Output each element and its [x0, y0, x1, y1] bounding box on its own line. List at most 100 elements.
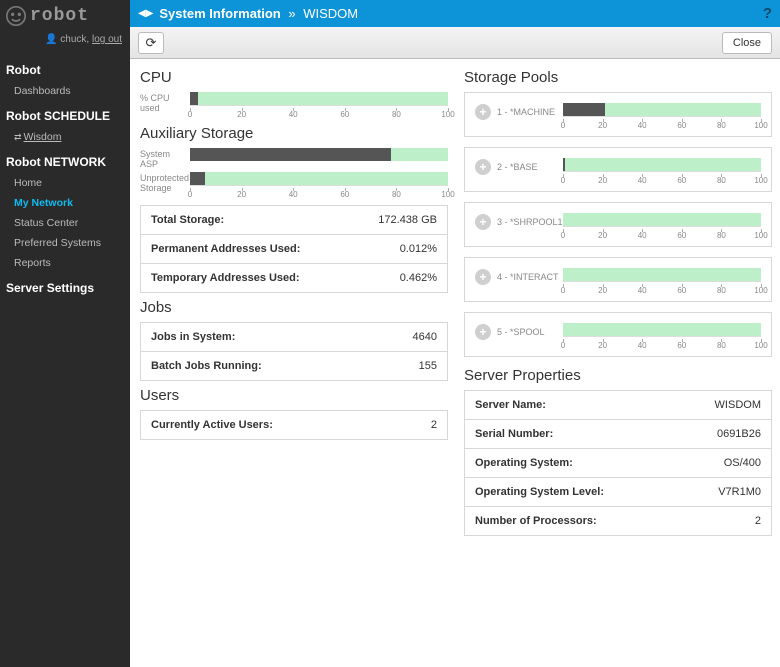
kv-key: Currently Active Users:	[151, 419, 431, 431]
sidebar-item-dashboards[interactable]: Dashboards	[0, 81, 130, 101]
expand-icon[interactable]: +	[475, 104, 491, 120]
sidebar: robot 👤 chuck, log out Robot Dashboards …	[0, 0, 130, 667]
left-column: CPU % CPU used020406080100 Auxiliary Sto…	[140, 63, 448, 657]
nav-section-server-settings[interactable]: Server Settings	[0, 273, 130, 299]
expand-icon[interactable]: +	[475, 269, 491, 285]
nav-section-network[interactable]: Robot NETWORK	[0, 147, 130, 173]
kv-value: 155	[419, 360, 437, 372]
brand-logo: robot	[0, 0, 130, 32]
kv-value: 0.012%	[400, 243, 437, 255]
pool-block: +1 - *MACHINE 020406080100	[464, 92, 772, 137]
kv-value: 0691B26	[717, 428, 761, 440]
kv-row: Operating System:OS/400	[465, 449, 771, 478]
pool-block: +4 - *INTERACT 020406080100	[464, 257, 772, 302]
pool-block: +5 - *SPOOL 020406080100	[464, 312, 772, 357]
kv-row: Temporary Addresses Used:0.462%	[141, 264, 447, 292]
pool-label: 4 - *INTERACT	[497, 272, 559, 282]
pool-block: +3 - *SHRPOOL1020406080100	[464, 202, 772, 247]
kv-key: Batch Jobs Running:	[151, 360, 419, 372]
kv-row: Permanent Addresses Used:0.012%	[141, 235, 447, 264]
sidebar-item-preferred-systems[interactable]: Preferred Systems	[0, 233, 130, 253]
heading-pools: Storage Pools	[464, 69, 772, 86]
kv-row: Serial Number:0691B26	[465, 420, 771, 449]
heading-aux: Auxiliary Storage	[140, 125, 448, 142]
topbar: ◀▶ System Information » WISDOM ?	[130, 0, 780, 27]
user-name: chuck	[60, 34, 86, 45]
chart-label: % CPU used	[140, 92, 190, 114]
user-icon: 👤	[45, 34, 57, 45]
kv-value: WISDOM	[715, 399, 761, 411]
refresh-button[interactable]: ⟳	[138, 32, 164, 54]
sidebar-item-status-center[interactable]: Status Center	[0, 213, 130, 233]
kv-key: Permanent Addresses Used:	[151, 243, 400, 255]
kv-key: Serial Number:	[475, 428, 717, 440]
swap-icon: ⇄	[14, 132, 22, 143]
expand-icon[interactable]: +	[475, 324, 491, 340]
kv-value: 2	[755, 515, 761, 527]
nav-section-robot[interactable]: Robot	[0, 55, 130, 81]
logout-link[interactable]: log out	[92, 34, 122, 45]
pool-chart: 020406080100	[563, 213, 761, 240]
kv-value: 172.438 GB	[378, 214, 437, 226]
toolbar: ⟳ Close	[130, 27, 780, 59]
kv-row: Operating System Level:V7R1M0	[465, 478, 771, 507]
chart-bar	[190, 148, 448, 161]
kv-key: Temporary Addresses Used:	[151, 272, 400, 284]
server-props-panel: Server Name:WISDOMSerial Number:0691B26O…	[464, 390, 772, 536]
pool-label: 3 - *SHRPOOL1	[497, 217, 563, 227]
pool-chart: 020406080100	[563, 268, 761, 295]
page-title: System Information » WISDOM	[159, 6, 762, 21]
nav-section-schedule[interactable]: Robot SCHEDULE	[0, 101, 130, 127]
pool-chart: 020406080100	[563, 103, 761, 130]
sidebar-item-reports[interactable]: Reports	[0, 253, 130, 273]
help-icon[interactable]: ?	[763, 5, 772, 22]
refresh-icon: ⟳	[146, 35, 157, 51]
robot-icon	[6, 6, 26, 26]
aux-chart: System ASPUnprotected Storage02040608010…	[140, 148, 448, 199]
pool-label: 1 - *MACHINE	[497, 107, 555, 117]
kv-value: 0.462%	[400, 272, 437, 284]
kv-value: V7R1M0	[718, 486, 761, 498]
heading-jobs: Jobs	[140, 299, 448, 316]
sidebar-item-home[interactable]: Home	[0, 173, 130, 193]
pool-chart: 020406080100	[563, 158, 761, 185]
kv-row: Batch Jobs Running:155	[141, 352, 447, 380]
kv-row: Total Storage:172.438 GB	[141, 206, 447, 235]
chart-label: Unprotected Storage	[140, 172, 190, 194]
kv-key: Total Storage:	[151, 214, 378, 226]
kv-value: 4640	[413, 331, 437, 343]
kv-value: OS/400	[724, 457, 761, 469]
cpu-chart: % CPU used020406080100	[140, 92, 448, 119]
sidebar-sub-wisdom[interactable]: ⇄Wisdom	[0, 127, 130, 147]
main: ◀▶ System Information » WISDOM ? ⟳ Close…	[130, 0, 780, 667]
close-button[interactable]: Close	[722, 32, 772, 54]
kv-key: Jobs in System:	[151, 331, 413, 343]
jobs-panel: Jobs in System:4640Batch Jobs Running:15…	[140, 322, 448, 381]
heading-cpu: CPU	[140, 69, 448, 86]
kv-row: Currently Active Users:2	[141, 411, 447, 439]
user-row: 👤 chuck, log out	[0, 32, 130, 55]
right-column: Storage Pools +1 - *MACHINE020406080100+…	[464, 63, 772, 657]
pool-block: +2 - *BASE 020406080100	[464, 147, 772, 192]
kv-row: Number of Processors:2	[465, 507, 771, 535]
collapse-icon[interactable]: ◀▶	[138, 8, 153, 19]
kv-row: Jobs in System:4640	[141, 323, 447, 352]
kv-value: 2	[431, 419, 437, 431]
heading-server-props: Server Properties	[464, 367, 772, 384]
expand-icon[interactable]: +	[475, 159, 491, 175]
chart-label: System ASP	[140, 148, 190, 170]
pool-label: 5 - *SPOOL	[497, 327, 545, 337]
kv-key: Number of Processors:	[475, 515, 755, 527]
aux-panel: Total Storage:172.438 GBPermanent Addres…	[140, 205, 448, 293]
kv-key: Server Name:	[475, 399, 715, 411]
content-area[interactable]: CPU % CPU used020406080100 Auxiliary Sto…	[130, 59, 780, 667]
chart-bar: 020406080100	[190, 172, 448, 199]
pool-label: 2 - *BASE	[497, 162, 538, 172]
pools-list: +1 - *MACHINE 020406080100 +2 - *BASE 02040…	[464, 92, 772, 357]
kv-key: Operating System:	[475, 457, 724, 469]
chart-bar: 020406080100	[190, 92, 448, 119]
pool-chart: 020406080100	[563, 323, 761, 350]
sidebar-item-my-network[interactable]: My Network	[0, 193, 130, 213]
expand-icon[interactable]: +	[475, 214, 491, 230]
users-panel: Currently Active Users:2	[140, 410, 448, 440]
